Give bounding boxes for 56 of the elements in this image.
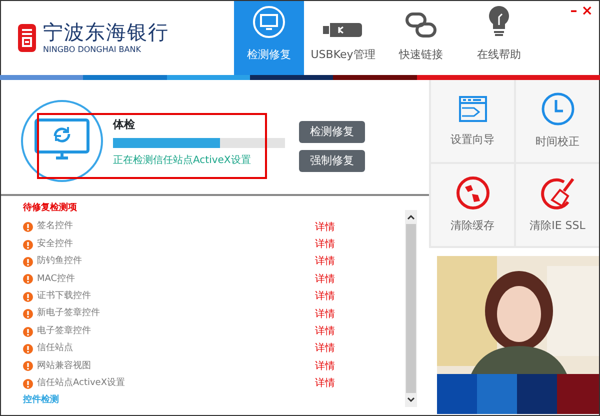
scan-title: 体检	[113, 116, 136, 132]
item-name: 证书下载控件	[37, 290, 92, 303]
list-heading: 待修复检测项	[23, 202, 78, 215]
bank-name: 宁波东海银行	[43, 22, 169, 42]
details-link[interactable]: 详情	[315, 220, 335, 235]
warning-icon	[23, 378, 33, 389]
lightbulb-icon	[488, 4, 510, 38]
nav-tab[interactable]: 检测修复	[234, 1, 304, 75]
details-link[interactable]: 详情	[315, 237, 335, 252]
warning-icon	[23, 274, 33, 284]
item-name: 新电子签章控件	[37, 307, 101, 320]
chain-link-icon	[404, 10, 438, 38]
details-link[interactable]: 详情	[315, 341, 335, 356]
usb-key-icon	[323, 20, 363, 38]
clock-icon	[540, 92, 574, 126]
bank-english-name: NINGBO DONGHAI BANK	[43, 46, 142, 54]
tool-button[interactable]: 清除缓存	[431, 164, 514, 246]
minimize-button[interactable]: –	[570, 4, 578, 18]
warning-icon	[23, 344, 33, 354]
warning-icon	[23, 309, 33, 320]
scroll-down-icon[interactable]	[407, 397, 415, 403]
scrollbar[interactable]	[405, 210, 417, 407]
tool-button[interactable]: 时间校正	[516, 80, 599, 162]
action-button[interactable]: 检测修复	[299, 121, 365, 143]
warning-icon	[23, 326, 33, 337]
warning-icon	[23, 222, 33, 232]
item-name: MAC控件	[37, 272, 76, 286]
tool-button[interactable]: 清除IE SSL	[516, 164, 599, 246]
monitor-refresh-icon	[252, 4, 286, 38]
tool-button[interactable]: 设置向导	[431, 80, 514, 162]
item-name: 信任站点	[37, 342, 74, 356]
details-link[interactable]: 详情	[315, 358, 335, 374]
bank-logo-icon	[17, 23, 37, 53]
item-name: 电子签章控件	[37, 324, 92, 338]
item-name: 网站兼容视图	[37, 360, 92, 373]
control-check-link[interactable]: 控件检测	[23, 394, 405, 407]
details-link[interactable]: 详情	[315, 289, 335, 304]
scroll-up-icon[interactable]	[407, 214, 415, 220]
warning-icon	[23, 361, 33, 372]
warning-icon	[23, 292, 33, 302]
globe-icon	[456, 176, 490, 210]
broom-icon	[540, 176, 576, 210]
details-link[interactable]: 详情	[315, 324, 335, 340]
item-name: 信任站点ActiveX设置	[37, 376, 126, 390]
details-link[interactable]: 详情	[315, 254, 335, 270]
warning-icon	[23, 240, 33, 250]
item-name: 防钓鱼控件	[37, 255, 83, 268]
scan-status: 正在检测信任站点ActiveX设置	[113, 154, 252, 168]
close-button[interactable]: ×	[581, 4, 593, 18]
details-link[interactable]: 详情	[315, 376, 335, 392]
action-button[interactable]: 强制修复	[299, 150, 365, 172]
details-link[interactable]: 详情	[315, 306, 335, 322]
item-name: 签名控件	[37, 220, 74, 234]
item-name: 安全控件	[37, 238, 74, 251]
details-link[interactable]: 详情	[315, 272, 335, 287]
warning-icon	[23, 256, 33, 267]
